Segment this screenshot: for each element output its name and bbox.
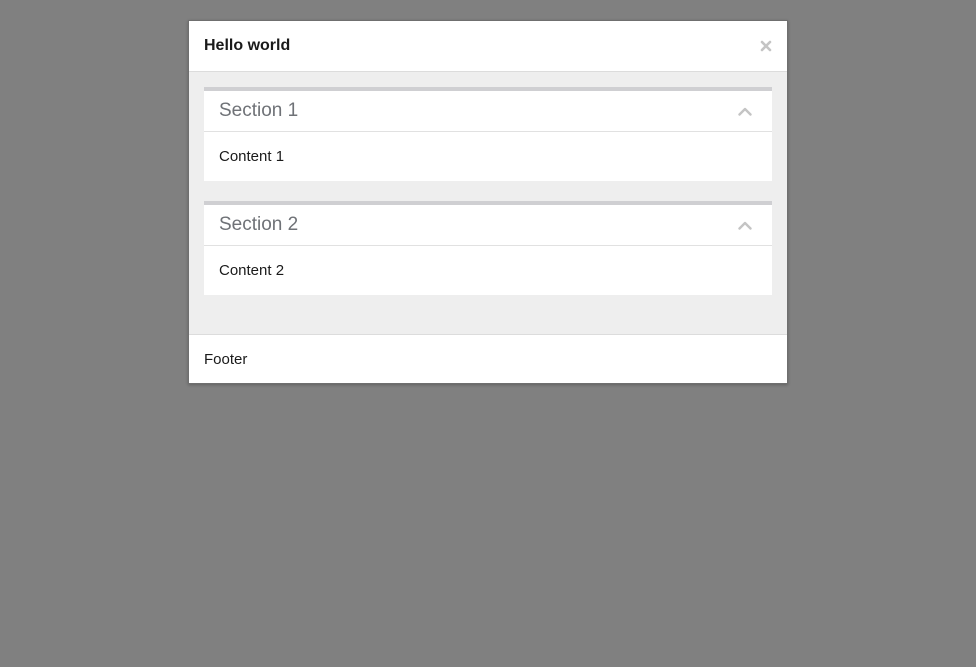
close-button[interactable] [759, 39, 773, 53]
section-1-content: Content 1 [219, 148, 285, 165]
section-1-title: Section 1 [219, 100, 299, 121]
chevron-up-icon[interactable] [738, 106, 752, 116]
chevron-up-icon[interactable] [738, 220, 752, 230]
section-2-content: Content 2 [219, 262, 285, 279]
modal-header: Hello world [189, 21, 787, 72]
accordion-section-1: Section 1 Content 1 [204, 87, 772, 181]
accordion-section-2: Section 2 Content 2 [204, 201, 772, 295]
modal-title: Hello world [204, 37, 291, 54]
section-2-title: Section 2 [219, 214, 299, 235]
close-icon [760, 40, 772, 52]
modal-footer: Footer [189, 334, 787, 383]
section-1-header[interactable]: Section 1 [204, 91, 772, 132]
modal-dialog: Hello world Section 1 Content 1 Section … [188, 20, 788, 384]
section-2-header[interactable]: Section 2 [204, 205, 772, 246]
modal-body: Section 1 Content 1 Section 2 Content 2 [189, 72, 787, 334]
